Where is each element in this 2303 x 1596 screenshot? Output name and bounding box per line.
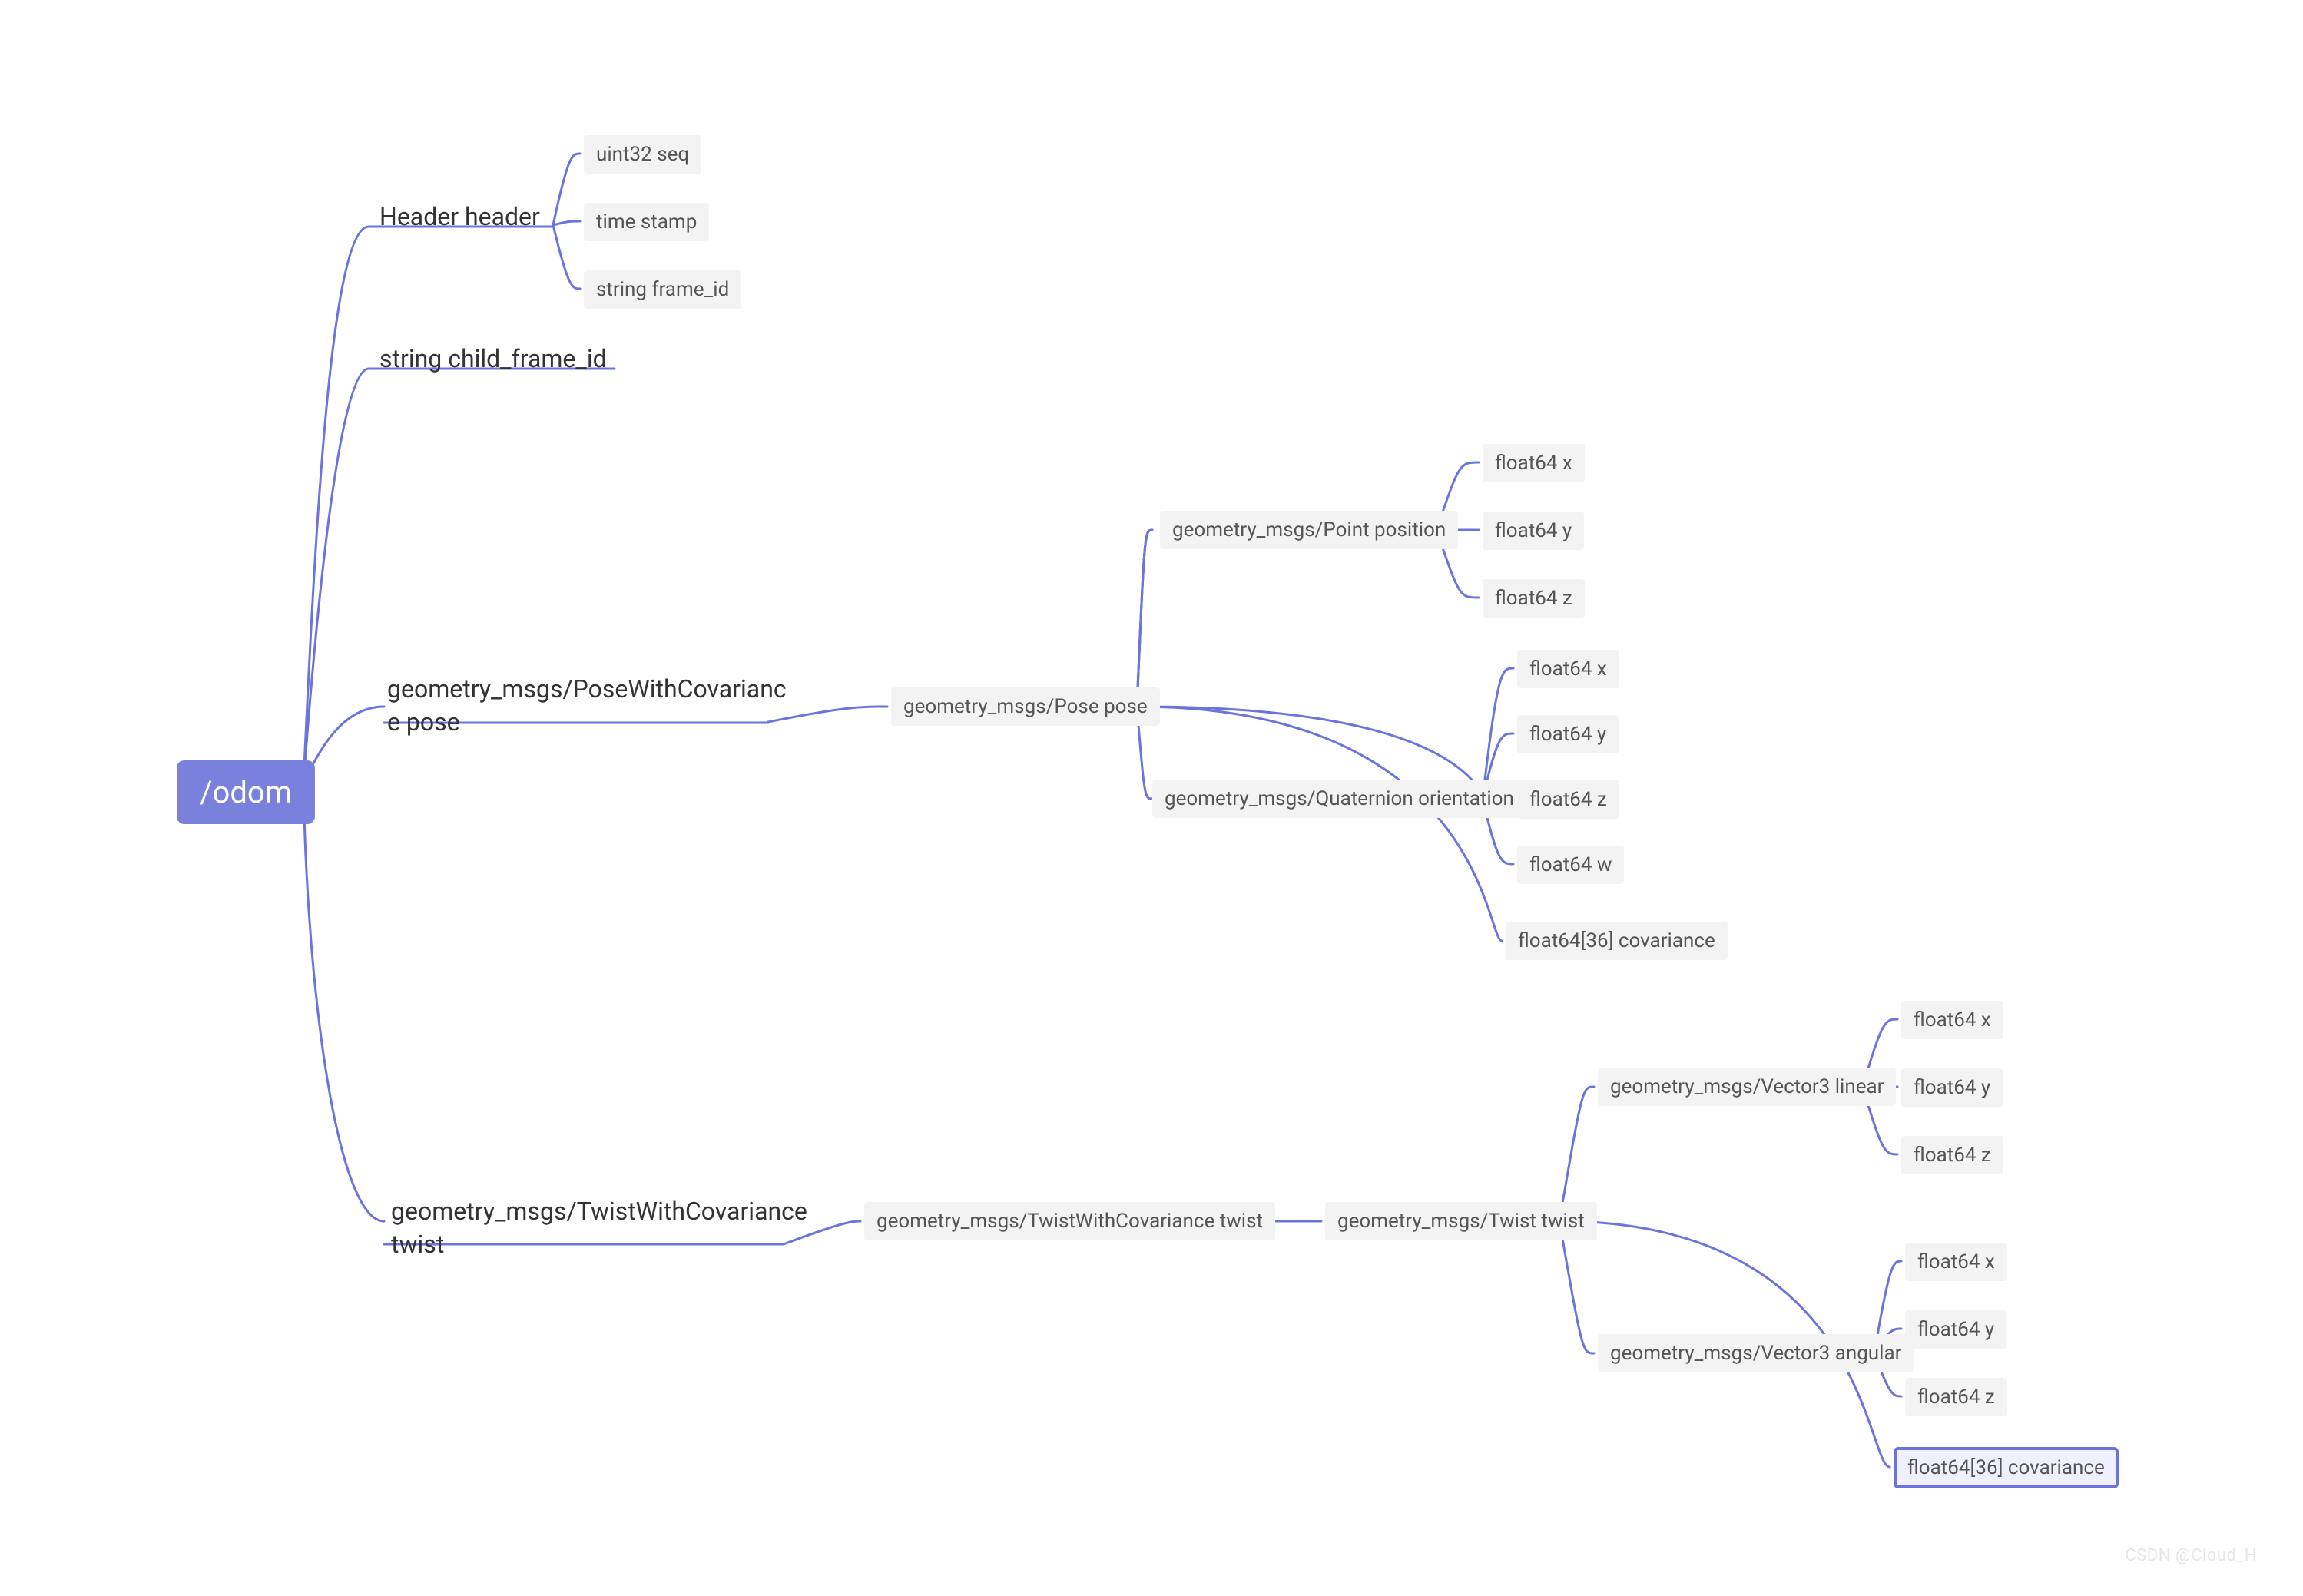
branch-twist-with-cov-l1: geometry_msgs/TwistWithCovariance bbox=[391, 1197, 807, 1226]
leaf-angular-label: geometry_msgs/Vector3 angular bbox=[1610, 1342, 1901, 1365]
leaf-linear[interactable]: geometry_msgs/Vector3 linear bbox=[1598, 1068, 1896, 1106]
leaf-quat-w-label: float64 w bbox=[1529, 853, 1612, 876]
leaf-ang-x-label: float64 x bbox=[1917, 1250, 1995, 1273]
leaf-point[interactable]: geometry_msgs/Point position bbox=[1160, 511, 1458, 549]
leaf-quat-z-label: float64 z bbox=[1529, 788, 1607, 811]
leaf-seq-label: uint32 seq bbox=[596, 143, 689, 166]
leaf-lin-z-label: float64 z bbox=[1914, 1144, 1991, 1167]
leaf-timestamp[interactable]: time stamp bbox=[584, 203, 709, 241]
leaf-lin-x[interactable]: float64 x bbox=[1901, 1001, 2003, 1039]
branch-header[interactable]: Header header bbox=[376, 196, 543, 238]
leaf-lin-x-label: float64 x bbox=[1914, 1008, 1991, 1031]
leaf-frameid-label: string frame_id bbox=[596, 278, 729, 301]
branch-child-frame-id-label: string child_frame_id bbox=[379, 344, 607, 373]
leaf-quat-y-label: float64 y bbox=[1529, 723, 1606, 746]
leaf-twist2-label: geometry_msgs/Twist twist bbox=[1337, 1210, 1585, 1233]
root-label: /odom bbox=[200, 774, 292, 810]
leaf-ang-z[interactable]: float64 z bbox=[1905, 1378, 2007, 1416]
watermark: CSDN @Cloud_H bbox=[2125, 1546, 2257, 1565]
leaf-ang-x[interactable]: float64 x bbox=[1905, 1243, 2007, 1281]
leaf-lin-z[interactable]: float64 z bbox=[1901, 1136, 2003, 1174]
leaf-lin-y[interactable]: float64 y bbox=[1901, 1068, 2003, 1107]
watermark-text: CSDN @Cloud_H bbox=[2125, 1546, 2257, 1565]
leaf-point-x[interactable]: float64 x bbox=[1483, 444, 1585, 482]
leaf-ang-y-label: float64 y bbox=[1917, 1318, 1994, 1341]
leaf-ang-z-label: float64 z bbox=[1917, 1386, 1995, 1409]
leaf-point-y[interactable]: float64 y bbox=[1483, 512, 1584, 550]
leaf-frameid[interactable]: string frame_id bbox=[584, 270, 741, 309]
leaf-twist2[interactable]: geometry_msgs/Twist twist bbox=[1325, 1202, 1597, 1240]
mindmap-edges bbox=[0, 0, 2303, 1596]
leaf-pose-cov[interactable]: float64[36] covariance bbox=[1506, 922, 1728, 960]
leaf-pose-label: geometry_msgs/Pose pose bbox=[903, 695, 1148, 718]
branch-pose-with-cov-l1: geometry_msgs/PoseWithCovarianc bbox=[387, 674, 787, 704]
branch-pose-with-cov-l2: e pose bbox=[387, 707, 460, 737]
leaf-quat-label: geometry_msgs/Quaternion orientation bbox=[1165, 787, 1514, 810]
leaf-twist-cov-selected[interactable]: float64[36] covariance bbox=[1894, 1447, 2119, 1488]
leaf-angular[interactable]: geometry_msgs/Vector3 angular bbox=[1598, 1334, 1914, 1372]
leaf-point-x-label: float64 x bbox=[1495, 452, 1572, 475]
mindmap-root[interactable]: /odom bbox=[177, 760, 315, 824]
leaf-point-z[interactable]: float64 z bbox=[1483, 579, 1585, 618]
branch-twist-with-cov-l2: twist bbox=[391, 1230, 444, 1259]
leaf-quat-z[interactable]: float64 z bbox=[1517, 780, 1619, 819]
leaf-linear-label: geometry_msgs/Vector3 linear bbox=[1610, 1075, 1884, 1098]
leaf-twist1-label: geometry_msgs/TwistWithCovariance twist bbox=[876, 1210, 1263, 1233]
leaf-pose-cov-label: float64[36] covariance bbox=[1518, 929, 1715, 952]
leaf-quat-y[interactable]: float64 y bbox=[1517, 715, 1619, 753]
leaf-quat-x[interactable]: float64 x bbox=[1517, 650, 1619, 688]
leaf-seq[interactable]: uint32 seq bbox=[584, 135, 701, 174]
leaf-quat-x-label: float64 x bbox=[1529, 657, 1607, 680]
leaf-point-z-label: float64 z bbox=[1495, 587, 1572, 610]
leaf-ang-y[interactable]: float64 y bbox=[1905, 1310, 2006, 1349]
branch-header-label: Header header bbox=[379, 202, 540, 231]
leaf-quat[interactable]: geometry_msgs/Quaternion orientation bbox=[1152, 780, 1526, 818]
branch-pose-with-cov[interactable]: geometry_msgs/PoseWithCovarianc e pose bbox=[384, 668, 784, 743]
leaf-pose[interactable]: geometry_msgs/Pose pose bbox=[891, 687, 1160, 726]
leaf-twist-cov-label: float64[36] covariance bbox=[1907, 1456, 2105, 1479]
leaf-quat-w[interactable]: float64 w bbox=[1517, 846, 1624, 884]
branch-child-frame-id[interactable]: string child_frame_id bbox=[376, 338, 610, 380]
branch-twist-with-cov[interactable]: geometry_msgs/TwistWithCovariance twist bbox=[388, 1190, 803, 1266]
leaf-twist1[interactable]: geometry_msgs/TwistWithCovariance twist bbox=[864, 1202, 1275, 1240]
leaf-timestamp-label: time stamp bbox=[596, 210, 697, 233]
leaf-lin-y-label: float64 y bbox=[1914, 1076, 1990, 1099]
leaf-point-label: geometry_msgs/Point position bbox=[1172, 518, 1446, 541]
leaf-point-y-label: float64 y bbox=[1495, 519, 1572, 542]
